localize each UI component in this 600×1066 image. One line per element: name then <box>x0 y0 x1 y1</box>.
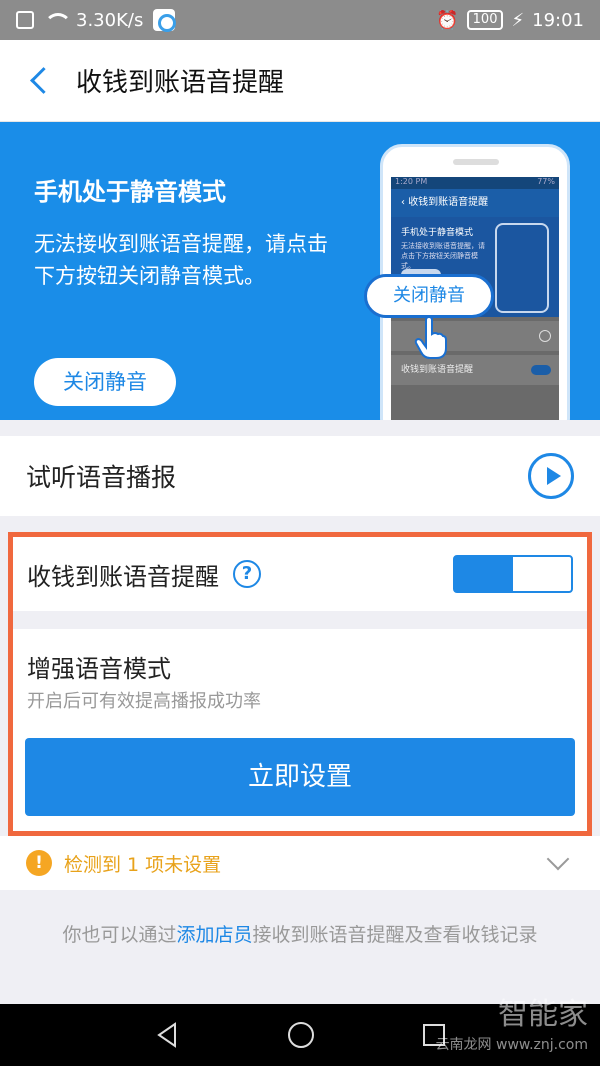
silent-mode-banner: 手机处于静音模式 无法接收到账语音提醒，请点击下方按钮关闭静音模式。 关闭静音 … <box>0 122 600 420</box>
nav-home-icon[interactable] <box>287 1022 314 1048</box>
watermark: 智能家 云南龙网 www.znj.com <box>436 1000 588 1060</box>
banner-title: 手机处于静音模式 <box>34 178 226 206</box>
listen-voice-label: 试听语音播报 <box>26 463 177 492</box>
mock-status-bar: 1:20 PM 77% <box>391 177 559 189</box>
footer-note: 你也可以通过添加店员接收到账语音提醒及查看收钱记录 <box>0 920 600 947</box>
mock-phone-icon <box>495 223 549 313</box>
mock-nav: ‹ 收钱到账语音提醒 <box>391 189 559 217</box>
mock-banner-title: 手机处于静音模式 <box>401 228 474 238</box>
watermark-sub: 云南龙网 www.znj.com <box>435 1037 588 1053</box>
network-speed: 3.30K/s <box>76 9 144 31</box>
footer-prefix: 你也可以通过 <box>62 924 177 946</box>
footer-suffix: 接收到账语音提醒及查看收钱记录 <box>252 924 538 946</box>
mock-toggle <box>531 365 551 375</box>
watermark-main: 智能家 <box>498 997 588 1032</box>
detection-text: 检测到 1 项未设置 <box>64 853 222 876</box>
mock-banner-desc: 无法接收到账语音提醒，请点击下方按钮关闭静音模式。 <box>401 242 485 270</box>
pointing-hand-icon <box>414 316 447 359</box>
page-title: 收钱到账语音提醒 <box>76 68 285 98</box>
turn-off-silent-callout: 关闭静音 <box>364 274 494 318</box>
alarm-icon: ⏰ <box>436 9 459 31</box>
turn-off-silent-button[interactable]: 关闭静音 <box>34 358 176 406</box>
mock-row-label: 收钱到账语音提醒 <box>401 365 474 375</box>
battery-icon: 100 <box>466 10 504 30</box>
mock-battery: 77% <box>537 177 555 186</box>
mock-play-icon <box>539 330 551 342</box>
listen-voice-row[interactable]: 试听语音播报 <box>0 436 600 516</box>
nav-back-icon[interactable] <box>155 1022 179 1048</box>
chevron-down-icon[interactable] <box>546 847 570 871</box>
highlight-frame <box>8 532 592 836</box>
phone-speaker <box>453 159 499 165</box>
wifi-icon <box>44 13 72 27</box>
status-bar: 3.30K/s ⏰ 100 ⚡ 19:01 <box>0 0 600 40</box>
banner-description: 无法接收到账语音提醒，请点击下方按钮关闭静音模式。 <box>34 232 328 288</box>
clock: 19:01 <box>532 9 584 31</box>
top-nav: 收钱到账语音提醒 <box>0 40 600 122</box>
back-arrow-icon[interactable] <box>20 61 60 101</box>
play-icon[interactable] <box>528 453 574 499</box>
detection-row[interactable]: ! 检测到 1 项未设置 <box>0 836 600 890</box>
app-notification-icon <box>153 9 177 32</box>
charging-icon: ⚡ <box>511 9 525 31</box>
warning-icon: ! <box>26 850 52 876</box>
sim-alert-icon <box>16 11 34 29</box>
mock-time: 1:20 PM <box>395 177 428 186</box>
add-clerk-link[interactable]: 添加店员 <box>176 924 252 946</box>
mock-nav-title: 收钱到账语音提醒 <box>408 197 489 208</box>
